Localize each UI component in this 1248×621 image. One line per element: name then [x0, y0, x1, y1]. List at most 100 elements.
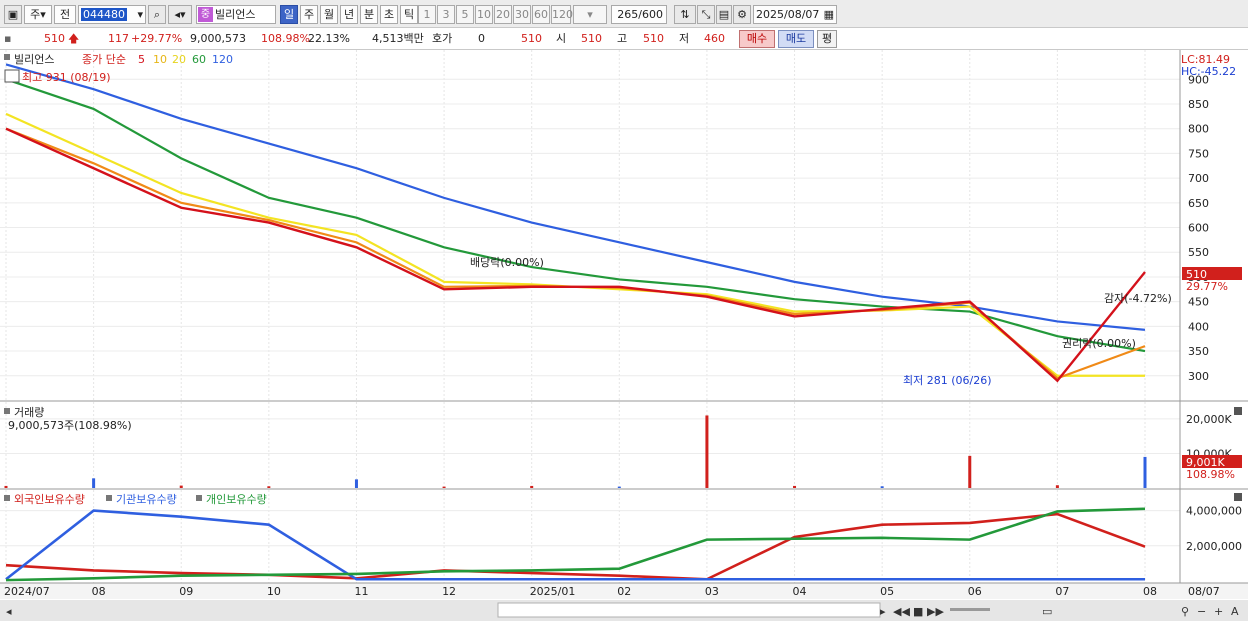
volume-close-icon[interactable]: [1234, 407, 1242, 415]
x-axis-tick-label: 02: [617, 585, 631, 598]
buy-button[interactable]: 매수: [739, 30, 775, 48]
period-year[interactable]: 년: [340, 5, 358, 24]
period-minute[interactable]: 분: [360, 5, 378, 24]
high-label: 고: [617, 32, 628, 45]
table-view-icon[interactable]: [4, 69, 20, 83]
volume-bar: [92, 478, 96, 488]
zoom-slider-track[interactable]: [950, 608, 990, 611]
high-marker-label: 최고 931 (08/19): [22, 71, 111, 84]
x-axis-tick-label: 2024/07: [4, 585, 50, 598]
count-field[interactable]: 265/600: [611, 5, 667, 24]
interval-10[interactable]: 10: [475, 5, 493, 24]
code-input[interactable]: 044480 ▾: [78, 5, 146, 24]
prev-label: 전: [59, 8, 71, 21]
turnover-value: 22.13%: [308, 32, 350, 45]
volume-bar: [267, 486, 271, 488]
zoom-out-icon[interactable]: −: [1197, 605, 1206, 618]
font-size-icon[interactable]: A: [1231, 605, 1239, 618]
change-value: 117: [108, 32, 129, 45]
period-select[interactable]: 주▾: [24, 5, 52, 24]
price-y-tick-label: 400: [1188, 320, 1209, 333]
scroll-right-icon[interactable]: ▸: [880, 605, 886, 618]
change-pct: +29.77%: [131, 32, 183, 45]
count-value: 265: [617, 8, 639, 21]
holdings-menu-icon[interactable]: [4, 495, 10, 501]
ma-60-label: 60: [192, 53, 206, 66]
hoga-label: 호가: [432, 32, 453, 45]
stock-name-field[interactable]: 중 빌리언스: [196, 5, 276, 24]
interval-3[interactable]: 3: [437, 5, 455, 24]
high-value: 510: [643, 32, 664, 45]
x-axis-tick-label: 12: [442, 585, 456, 598]
forward-icon[interactable]: ▶▶: [927, 605, 944, 618]
volume-bar: [617, 486, 621, 488]
interval-1[interactable]: 1: [418, 5, 436, 24]
stock-chart[interactable]: 9008508007507006506005505004504003503002…: [0, 50, 1248, 621]
eval-button[interactable]: 평: [817, 30, 837, 48]
ma-5-label: 5: [138, 53, 145, 66]
interval-60[interactable]: 60: [532, 5, 550, 24]
search-icon[interactable]: ⌕: [148, 5, 166, 24]
zoom-in-icon[interactable]: +: [1214, 605, 1223, 618]
save-icon[interactable]: ▤: [716, 5, 732, 24]
zoom-box-icon[interactable]: ▭: [1042, 605, 1052, 618]
interval-30[interactable]: 30: [513, 5, 531, 24]
volume-bar: [442, 486, 446, 488]
sell-button[interactable]: 매도: [778, 30, 814, 48]
compare-icon[interactable]: ⇅: [674, 5, 696, 24]
stock-tag-badge: 중: [198, 7, 213, 22]
x-axis-tick-label: 09: [179, 585, 193, 598]
ma-120-label: 120: [212, 53, 233, 66]
period-tick[interactable]: 틱: [400, 5, 418, 24]
sell-label: 매도: [785, 32, 807, 45]
speaker-icon[interactable]: ◂▾: [168, 5, 192, 24]
buy-label: 매수: [746, 32, 768, 45]
interval-dropdown[interactable]: ▾: [573, 5, 607, 24]
scroll-thumb[interactable]: [497, 602, 881, 618]
current-price: 510: [44, 32, 65, 45]
period-second[interactable]: 초: [380, 5, 398, 24]
scroll-left-icon[interactable]: ◂: [6, 605, 12, 618]
date-field[interactable]: 2025/08/07 ▦: [753, 5, 837, 24]
period-day[interactable]: 일: [280, 5, 298, 24]
low-value: 460: [704, 32, 725, 45]
volume-bar: [705, 415, 709, 488]
panel-menu-icon[interactable]: [4, 54, 10, 60]
open-value: 510: [581, 32, 602, 45]
code-value: 044480: [81, 8, 127, 21]
interval-5[interactable]: 5: [456, 5, 474, 24]
price-y-tick-label: 650: [1188, 197, 1209, 210]
interval-20[interactable]: 20: [494, 5, 512, 24]
stop-icon[interactable]: ■: [913, 605, 923, 618]
interval-20-label: 20: [496, 8, 510, 21]
x-axis-tick-label: 08: [1143, 585, 1157, 598]
price-panel-header: 빌리언스 종가 단순 5 10 20 60 120: [4, 53, 233, 66]
interval-120[interactable]: 120: [551, 5, 573, 24]
period-week[interactable]: 주: [300, 5, 318, 24]
price-y-tick-label: 800: [1188, 123, 1209, 136]
tool-icon[interactable]: ⤡: [697, 5, 715, 24]
holdings-close-icon[interactable]: [1234, 493, 1242, 501]
volume-bar: [4, 485, 8, 488]
eval-label: 평: [821, 32, 833, 45]
layout-icon[interactable]: ▣: [4, 5, 22, 24]
period-month[interactable]: 월: [320, 5, 338, 24]
ma-10-label: 10: [153, 53, 167, 66]
volume-menu-icon[interactable]: [4, 408, 10, 414]
legend-foreign: 외국인보유수량: [14, 493, 85, 506]
holdings-y-tick-label: 4,000,000: [1186, 505, 1242, 518]
x-axis-tick-label: 2025/01: [530, 585, 576, 598]
rewind-icon[interactable]: ◀◀: [893, 605, 910, 618]
prev-button[interactable]: 전: [54, 5, 76, 24]
volume-bar: [1055, 485, 1059, 488]
zoom-icon[interactable]: ⚲: [1181, 605, 1189, 618]
calendar-icon[interactable]: ▦: [824, 6, 834, 23]
x-axis-tick-label: 03: [705, 585, 719, 598]
x-axis-tick-label: 06: [968, 585, 982, 598]
gear-icon[interactable]: ⚙: [733, 5, 751, 24]
interval-30-label: 30: [515, 8, 529, 21]
stock-name: 빌리언스: [215, 8, 256, 21]
x-axis-tick-label: 11: [354, 585, 368, 598]
period-month-label: 월: [323, 8, 335, 21]
volume-y-tick-label: 20,000K: [1186, 413, 1232, 426]
